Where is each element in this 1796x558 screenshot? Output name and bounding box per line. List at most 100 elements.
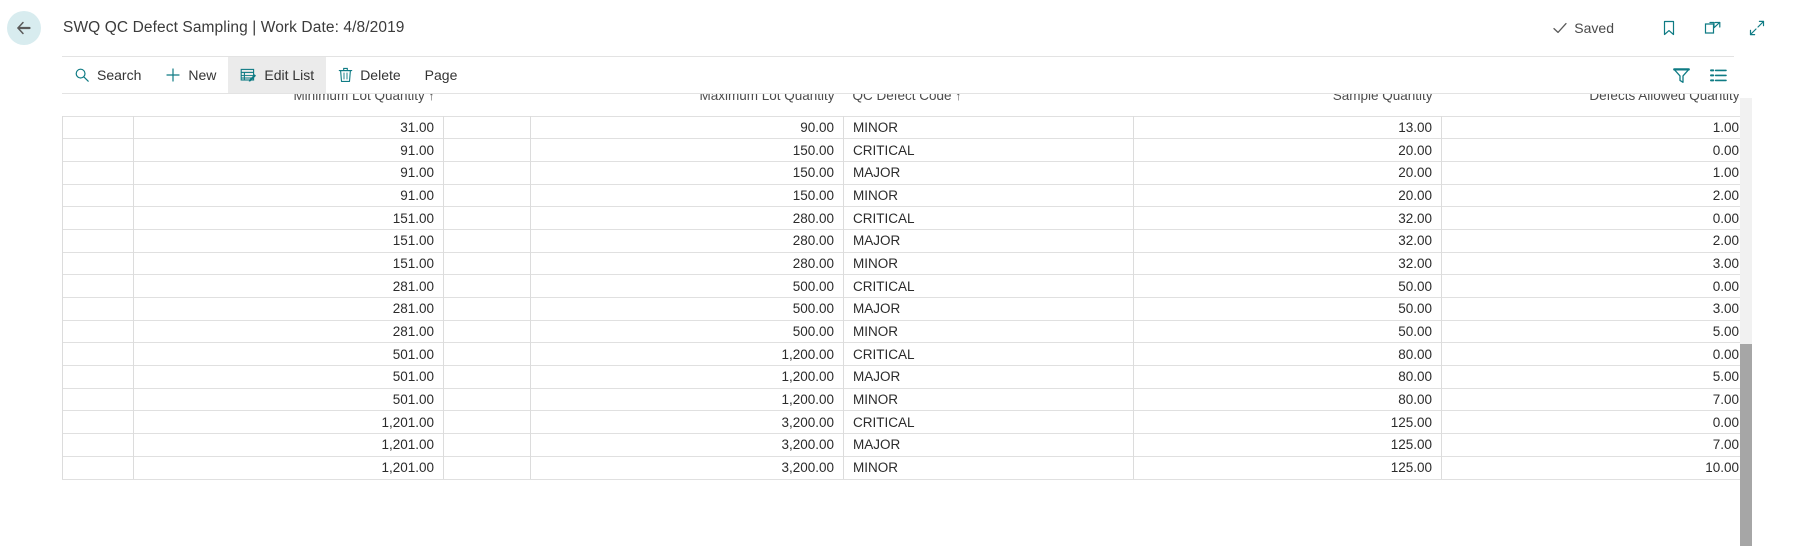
cell-code[interactable]: MINOR <box>843 183 1134 207</box>
cell-gap[interactable] <box>443 342 531 366</box>
cell-min-lot[interactable]: 151.00 <box>133 206 444 230</box>
cell-defects[interactable]: 7.00 <box>1441 433 1749 457</box>
cell-defects[interactable]: 0.00 <box>1441 138 1749 162</box>
cell-max-lot[interactable]: 3,200.00 <box>530 433 844 457</box>
cell-defects[interactable]: 3.00 <box>1441 297 1749 321</box>
table-row[interactable]: 501.00 1,200.00 MINOR 80.00 7.00 <box>62 387 1749 411</box>
column-header-select[interactable] <box>62 94 134 116</box>
cell-max-lot[interactable]: 3,200.00 <box>530 410 844 434</box>
cell-defects[interactable]: 5.00 <box>1441 365 1749 389</box>
cell-gap[interactable] <box>443 387 531 411</box>
cell-min-lot[interactable]: 1,201.00 <box>133 410 444 434</box>
search-button[interactable]: Search <box>62 57 153 93</box>
cell-defects[interactable]: 2.00 <box>1441 228 1749 253</box>
cell-defects[interactable]: 1.00 <box>1441 160 1749 185</box>
cell-defects[interactable]: 0.00 <box>1441 342 1749 366</box>
cell-gap[interactable] <box>443 433 531 457</box>
table-row[interactable]: 1,201.00 3,200.00 MINOR 125.00 10.00 <box>62 455 1749 480</box>
cell-min-lot[interactable]: 91.00 <box>133 183 444 207</box>
cell-max-lot[interactable]: 280.00 <box>530 206 844 230</box>
cell-code[interactable]: MAJOR <box>843 433 1134 457</box>
cell-gap[interactable] <box>443 251 531 275</box>
column-header-spacer[interactable] <box>443 94 531 116</box>
table-row[interactable]: 501.00 1,200.00 CRITICAL 80.00 0.00 <box>62 342 1749 366</box>
cell-max-lot[interactable]: 500.00 <box>530 297 844 321</box>
cell-sample[interactable]: 20.00 <box>1133 183 1442 207</box>
cell-select[interactable] <box>62 183 134 207</box>
cell-gap[interactable] <box>443 410 531 434</box>
cell-max-lot[interactable]: 280.00 <box>530 228 844 253</box>
cell-max-lot[interactable]: 90.00 <box>530 115 844 139</box>
cell-max-lot[interactable]: 1,200.00 <box>530 387 844 411</box>
cell-code[interactable]: MINOR <box>843 455 1134 480</box>
cell-select[interactable] <box>62 387 134 411</box>
cell-sample[interactable]: 32.00 <box>1133 251 1442 275</box>
cell-sample[interactable]: 125.00 <box>1133 433 1442 457</box>
cell-code[interactable]: MINOR <box>843 115 1134 139</box>
cell-min-lot[interactable]: 31.00 <box>133 115 444 139</box>
cell-sample[interactable]: 13.00 <box>1133 115 1442 139</box>
scrollbar-thumb[interactable] <box>1740 344 1752 546</box>
cell-sample[interactable]: 50.00 <box>1133 297 1442 321</box>
cell-select[interactable] <box>62 297 134 321</box>
cell-gap[interactable] <box>443 138 531 162</box>
delete-button[interactable]: Delete <box>326 57 412 93</box>
cell-gap[interactable] <box>443 160 531 185</box>
cell-defects[interactable]: 5.00 <box>1441 319 1749 343</box>
collapse-button[interactable] <box>1740 11 1774 45</box>
cell-code[interactable]: CRITICAL <box>843 342 1134 366</box>
cell-defects[interactable]: 3.00 <box>1441 251 1749 275</box>
cell-min-lot[interactable]: 281.00 <box>133 274 444 298</box>
cell-select[interactable] <box>62 274 134 298</box>
cell-gap[interactable] <box>443 365 531 389</box>
cell-sample[interactable]: 32.00 <box>1133 228 1442 253</box>
cell-max-lot[interactable]: 500.00 <box>530 274 844 298</box>
cell-max-lot[interactable]: 150.00 <box>530 138 844 162</box>
cell-max-lot[interactable]: 3,200.00 <box>530 455 844 480</box>
cell-gap[interactable] <box>443 115 531 139</box>
cell-defects[interactable]: 7.00 <box>1441 387 1749 411</box>
cell-select[interactable] <box>62 115 134 139</box>
cell-select[interactable] <box>62 455 134 480</box>
back-button[interactable] <box>7 11 41 45</box>
cell-select[interactable] <box>62 410 134 434</box>
cell-gap[interactable] <box>443 206 531 230</box>
new-button[interactable]: New <box>153 57 228 93</box>
cell-gap[interactable] <box>443 297 531 321</box>
cell-code[interactable]: MINOR <box>843 319 1134 343</box>
bookmark-button[interactable] <box>1652 11 1686 45</box>
table-row[interactable]: 281.00 500.00 MINOR 50.00 5.00 <box>62 319 1749 343</box>
cell-select[interactable] <box>62 365 134 389</box>
table-row[interactable]: 151.00 280.00 MINOR 32.00 3.00 <box>62 251 1749 275</box>
cell-max-lot[interactable]: 150.00 <box>530 183 844 207</box>
cell-min-lot[interactable]: 281.00 <box>133 319 444 343</box>
cell-gap[interactable] <box>443 319 531 343</box>
vertical-scrollbar[interactable] <box>1740 98 1752 546</box>
cell-defects[interactable]: 0.00 <box>1441 206 1749 230</box>
cell-code[interactable]: CRITICAL <box>843 274 1134 298</box>
cell-defects[interactable]: 10.00 <box>1441 455 1749 480</box>
cell-defects[interactable]: 0.00 <box>1441 410 1749 434</box>
cell-max-lot[interactable]: 280.00 <box>530 251 844 275</box>
cell-min-lot[interactable]: 91.00 <box>133 138 444 162</box>
filter-button[interactable] <box>1672 66 1691 85</box>
cell-sample[interactable]: 80.00 <box>1133 365 1442 389</box>
cell-select[interactable] <box>62 160 134 185</box>
cell-min-lot[interactable]: 501.00 <box>133 342 444 366</box>
cell-defects[interactable]: 2.00 <box>1441 183 1749 207</box>
cell-sample[interactable]: 80.00 <box>1133 342 1442 366</box>
cell-defects[interactable]: 0.00 <box>1441 274 1749 298</box>
cell-min-lot[interactable]: 501.00 <box>133 387 444 411</box>
cell-max-lot[interactable]: 500.00 <box>530 319 844 343</box>
cell-select[interactable] <box>62 251 134 275</box>
cell-max-lot[interactable]: 1,200.00 <box>530 342 844 366</box>
cell-gap[interactable] <box>443 183 531 207</box>
cell-min-lot[interactable]: 1,201.00 <box>133 455 444 480</box>
cell-code[interactable]: MAJOR <box>843 365 1134 389</box>
cell-sample[interactable]: 32.00 <box>1133 206 1442 230</box>
table-row[interactable]: 281.00 500.00 CRITICAL 50.00 0.00 <box>62 274 1749 298</box>
cell-min-lot[interactable]: 501.00 <box>133 365 444 389</box>
cell-min-lot[interactable]: 1,201.00 <box>133 433 444 457</box>
page-menu-button[interactable]: Page <box>413 57 470 93</box>
cell-sample[interactable]: 50.00 <box>1133 319 1442 343</box>
